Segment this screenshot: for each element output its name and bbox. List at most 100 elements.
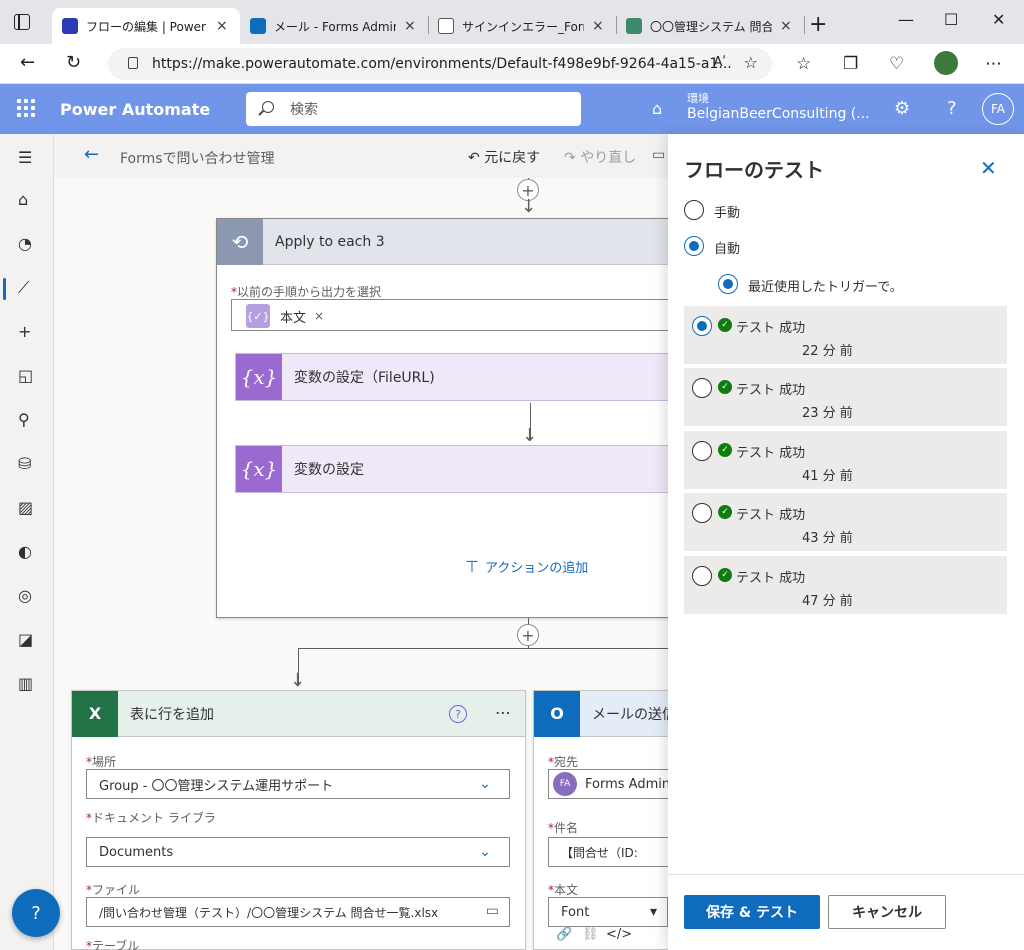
more-options-icon[interactable]: ⋯ [495,703,513,722]
browser-tab-3[interactable]: 〇〇管理システム 問合 × [616,8,804,44]
search-input[interactable]: 検索 [246,92,581,126]
create-icon[interactable]: + [18,322,31,341]
code-view-icon[interactable]: </> [606,927,632,942]
branch-line [298,648,698,649]
app-name[interactable]: Power Automate [60,100,210,119]
close-tab-icon[interactable]: × [780,18,792,34]
cancel-button[interactable]: キャンセル [828,895,946,929]
recent-trigger-radio[interactable] [718,274,738,294]
comments-icon[interactable]: ▭ [652,147,665,163]
close-tab-icon[interactable]: × [404,18,416,34]
library-dropdown[interactable]: Documents ⌄ [86,837,510,867]
unlink-icon[interactable]: ⛓ [582,927,599,942]
run-radio[interactable] [692,503,712,523]
apply-to-each-header[interactable]: ⟲ Apply to each 3 [217,218,685,265]
help-circle-icon[interactable]: ? [449,705,467,723]
run-radio[interactable] [692,441,712,461]
process-mining-icon[interactable]: ◎ [18,586,32,605]
set-variable-card[interactable]: {x} 変数の設定 [235,445,685,493]
data-icon[interactable]: ⛁ [18,454,31,473]
add-action-icon: ⊤ [465,557,479,576]
add-row-card[interactable]: X 表に行を追加 ? ⋯ *場所 Group - 〇〇管理システム運用サポート … [71,690,526,950]
templates-icon[interactable]: ◱ [18,366,33,385]
favorites-icon[interactable]: ☆ [796,54,811,74]
apply-to-each-card[interactable]: ⟲ Apply to each 3 *以前の手順から出力を選択 {✓} 本文 ×… [216,218,686,618]
url-field[interactable]: https://make.powerautomate.com/environme… [108,48,772,80]
hamburger-icon[interactable]: ☰ [18,148,32,167]
ai-hub-icon[interactable]: ◐ [18,542,32,561]
browser-tab-0[interactable]: フローの編集 | Power Au × [52,8,240,44]
browser-tab-1[interactable]: メール - Forms Admin - × [240,8,428,44]
add-favorite-icon[interactable]: ☆ [744,53,758,72]
test-run-item[interactable]: ✓ テスト 成功 22 分 前 [684,306,1007,364]
environment-name[interactable]: BelgianBeerConsulting (... [687,106,870,122]
lock-icon [128,57,138,69]
test-run-item[interactable]: ✓ テスト 成功 23 分 前 [684,368,1007,426]
file-field[interactable]: /問い合わせ管理（テスト）/〇〇管理システム 問合せ一覧.xlsx ▭ [86,897,510,927]
back-icon[interactable]: ← [20,52,35,73]
link-icon[interactable]: 🔗 [556,927,572,942]
help-icon[interactable]: ? [947,98,957,119]
run-time: 41 分 前 [802,469,853,484]
virtual-agent-help-button[interactable]: ? [12,889,60,937]
sidebar-toggle-icon[interactable] [14,14,30,30]
insert-step-icon[interactable]: + [517,624,539,646]
browser-tab-2[interactable]: サインインエラー_Forms / × [428,8,616,44]
font-dropdown[interactable]: Font ▾ [548,897,668,927]
remove-token-icon[interactable]: × [314,309,324,323]
dynamic-token[interactable]: {✓} 本文 × [246,304,324,328]
close-tab-icon[interactable]: × [592,18,604,34]
save-and-test-button[interactable]: 保存 & テスト [684,895,820,929]
test-run-item[interactable]: ✓ テスト 成功 41 分 前 [684,431,1007,489]
environment-label: 環境 [687,92,709,105]
approvals-icon[interactable]: ◔ [18,234,32,253]
select-output-field[interactable]: {✓} 本文 × [231,299,681,331]
home-icon[interactable]: ⌂ [18,190,28,209]
body-label: *本文 [548,883,579,897]
set-variable-fileurl-card[interactable]: {x} 変数の設定（FileURL) [235,353,685,401]
minimize-button[interactable]: — [898,10,914,29]
collections-icon[interactable]: ❐ [843,54,858,74]
auto-radio[interactable] [684,236,704,256]
profile-icon[interactable] [934,51,958,75]
browser-essentials-icon[interactable]: ♡ [889,54,904,74]
run-time: 47 分 前 [802,594,853,609]
manual-radio[interactable] [684,200,704,220]
close-tab-icon[interactable]: × [216,18,228,34]
read-aloud-icon[interactable]: Aʹ [713,55,726,70]
tab-title: フローの編集 | Power Au [86,19,208,34]
excel-icon: X [72,690,118,737]
close-window-button[interactable]: ✕ [992,10,1005,29]
more-icon[interactable]: ⋯ [985,54,1002,74]
panel-title: フローのテスト [684,158,824,182]
recent-trigger-label: 最近使用したトリガーで。 [748,280,903,295]
app-launcher-icon[interactable] [17,99,35,117]
redo-button[interactable]: ↷ やり直し [564,147,636,167]
test-run-item[interactable]: ✓ テスト 成功 43 分 前 [684,493,1007,551]
close-icon[interactable]: ✕ [980,156,997,180]
maximize-button[interactable]: ☐ [944,10,958,29]
library-label: *ドキュメント ライブラリ [86,811,226,826]
browser-address-bar: ← ↻ https://make.powerautomate.com/envir… [0,44,1024,84]
test-flow-panel: フローのテスト ✕ 手動 自動 最近使用したトリガーで。 ✓ テスト 成功 22… [668,134,1024,950]
run-radio[interactable] [692,316,712,336]
avatar[interactable]: FA [982,93,1014,125]
refresh-icon[interactable]: ↻ [66,52,81,73]
test-run-item[interactable]: ✓ テスト 成功 47 分 前 [684,556,1007,614]
add-action-button[interactable]: ⊤ アクションの追加 [465,557,588,576]
run-radio[interactable] [692,378,712,398]
folder-icon[interactable]: ▭ [486,903,499,919]
monitor-icon[interactable]: ▨ [18,498,33,517]
undo-button[interactable]: ↶ 元に戻す [468,147,540,167]
back-arrow-icon[interactable]: ← [84,144,99,165]
connectors-icon[interactable]: ⚲ [18,410,30,429]
my-flows-icon[interactable]: ⟋ [18,278,29,298]
location-dropdown[interactable]: Group - 〇〇管理システム運用サポート ⌄ [86,769,510,799]
run-radio[interactable] [692,566,712,586]
new-tab-button[interactable]: + [809,12,827,37]
settings-icon[interactable]: ⚙ [894,98,910,119]
success-check-icon: ✓ [718,443,732,457]
add-row-header[interactable]: X 表に行を追加 ? ⋯ [72,690,525,737]
solutions-icon[interactable]: ◪ [18,630,33,649]
learn-icon[interactable]: ▥ [18,674,33,693]
